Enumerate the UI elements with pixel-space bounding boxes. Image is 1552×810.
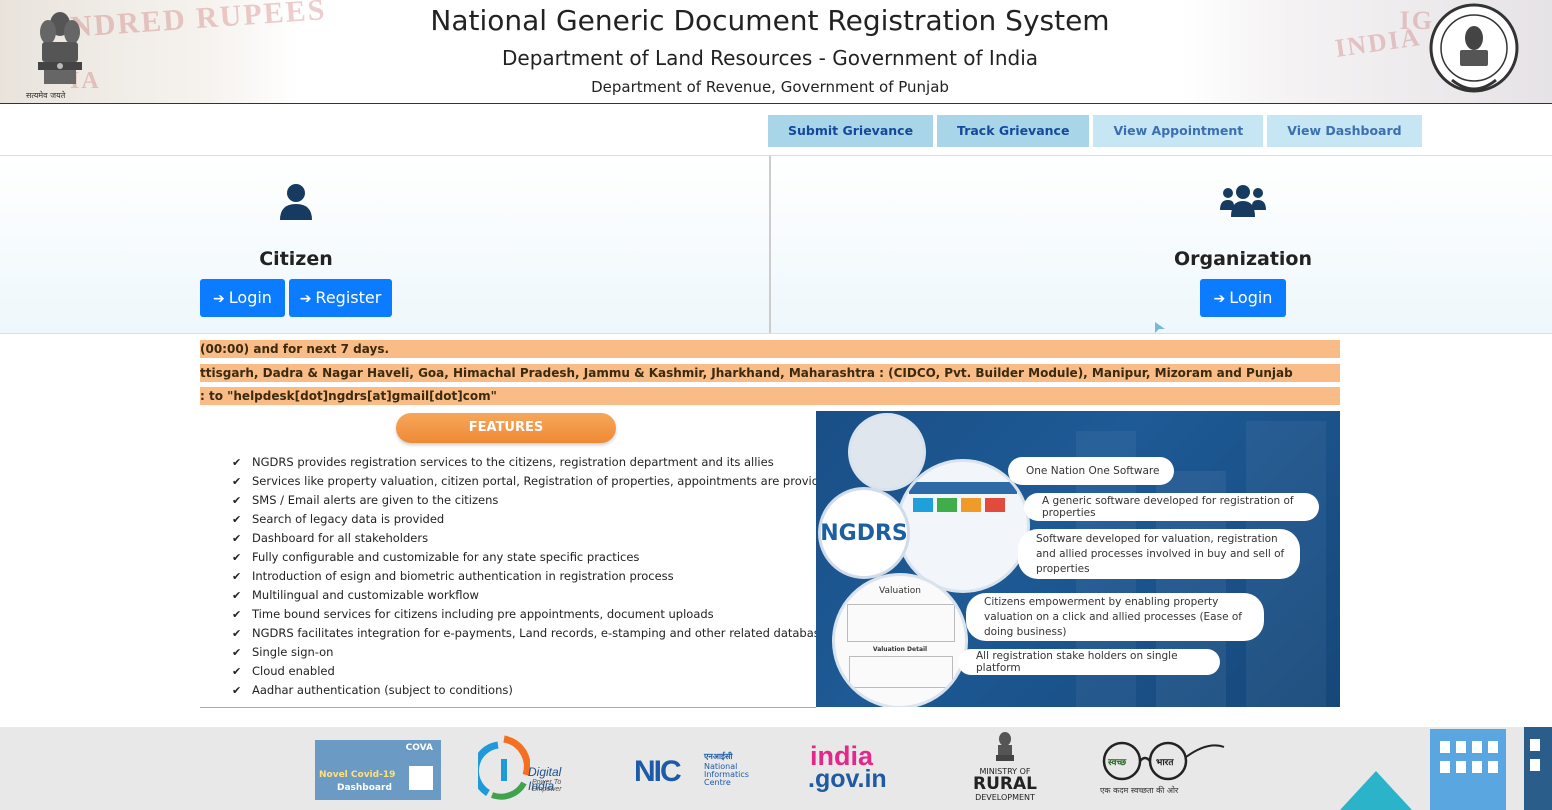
features-list: ✔ NGDRS provides registration services to… — [232, 453, 833, 700]
list-item: ✔ Multilingual and customizable workflow — [232, 586, 833, 605]
sign-in-icon: ➔ — [1213, 291, 1226, 307]
user-icon — [280, 184, 312, 220]
promo-pill-4: Citizens empowerment by enabling propert… — [966, 593, 1264, 641]
check-icon: ✔ — [232, 551, 242, 564]
promo-pill-1: One Nation One Software — [1008, 457, 1174, 485]
cova-line2: Dashboard — [337, 783, 392, 793]
organization-panel: Organization ➔ Login — [771, 156, 1552, 333]
cova-brand: COVA — [405, 743, 433, 753]
site-header: NDRED RUPEES IA INDIA IG सत्यमेव जयते Na… — [0, 0, 1552, 104]
list-item: ✔ Single sign-on — [232, 643, 833, 662]
page-title: National Generic Document Registration S… — [430, 4, 1110, 37]
features-section: FEATURES ✔ NGDRS provides registration se… — [200, 411, 833, 708]
check-icon: ✔ — [232, 608, 242, 621]
check-icon: ✔ — [232, 589, 242, 602]
nic-logo-icon: NIC — [634, 755, 682, 788]
page-subtitle-2: Department of Revenue, Government of Pun… — [591, 78, 949, 96]
footer-logos: COVA Novel Covid-19 Dashboard Digital In… — [0, 727, 1552, 810]
list-item: ✔ Fully configurable and customizable for… — [232, 548, 833, 567]
swachh-bharat-link[interactable]: स्वच्छ भारत एक कदम स्वच्छता की ओर — [1098, 739, 1228, 799]
check-icon: ✔ — [232, 646, 242, 659]
citizen-register-button[interactable]: ➔ Register — [289, 279, 392, 317]
rural-line2: RURAL — [973, 774, 1037, 794]
tab-track-grievance[interactable]: Track Grievance — [937, 115, 1090, 147]
check-icon: ✔ — [232, 475, 242, 488]
check-icon: ✔ — [232, 456, 242, 469]
cursor-pointer-icon — [1155, 322, 1165, 333]
digital-india-tagline: Power To Empower — [532, 779, 562, 793]
valuation-label: Valuation — [879, 586, 921, 596]
list-item: ✔ NGDRS facilitates integration for e-pay… — [232, 624, 833, 643]
grievance-nav: Submit Grievance Track Grievance View Ap… — [768, 115, 1422, 147]
swachh-tagline: एक कदम स्वच्छता की ओर — [1100, 786, 1179, 795]
list-item: ✔ Time bound services for citizens includ… — [232, 605, 833, 624]
cova-line1: Novel Covid-19 — [319, 770, 396, 780]
tab-view-appointment[interactable]: View Appointment — [1093, 115, 1264, 147]
swachh-word: स्वच्छ — [1108, 758, 1127, 768]
check-icon: ✔ — [232, 513, 242, 526]
check-icon: ✔ — [232, 494, 242, 507]
promo-pill-3: Software developed for valuation, regist… — [1018, 529, 1300, 579]
list-item: ✔ NGDRS provides registration services to… — [232, 453, 833, 472]
valuation-detail-label: Valuation Detail — [872, 646, 928, 653]
tab-submit-grievance[interactable]: Submit Grievance — [768, 115, 934, 147]
users-group-icon — [1220, 185, 1266, 217]
india-gov-link[interactable]: india .gov.in — [808, 741, 888, 799]
announcement-ticker-3: : to "helpdesk[dot]ngdrs[at]gmail[dot]co… — [200, 387, 1340, 405]
ngdrs-logo: NGDRS — [818, 487, 910, 579]
features-heading: FEATURES — [396, 413, 616, 443]
divider — [0, 333, 1552, 334]
list-item: ✔ Introduction of esign and biometric aut… — [232, 567, 833, 586]
valuation-thumbnail: Valuation Valuation Detail — [832, 573, 968, 707]
citizen-login-button[interactable]: ➔ Login — [200, 279, 285, 317]
emblem-icon — [996, 732, 1014, 761]
digital-india-link[interactable]: Digital India Power To Empower — [472, 735, 590, 803]
list-item: ✔ Dashboard for all stakeholders — [232, 529, 833, 548]
promo-pill-5: All registration stake holders on single… — [958, 649, 1220, 675]
punjab-seal-icon — [1429, 3, 1519, 93]
rural-line3: DEVELOPMENT — [975, 793, 1035, 802]
cova-dashboard-link[interactable]: COVA Novel Covid-19 Dashboard — [315, 740, 441, 800]
digital-india-logo-icon — [472, 735, 531, 800]
check-icon: ✔ — [232, 665, 242, 678]
ngdrs-promo-banner: NGDRS Valuation Valuation Detail One Nat… — [816, 411, 1340, 707]
organization-title: Organization — [1173, 248, 1313, 270]
announcement-ticker-2: ttisgarh, Dadra & Nagar Haveli, Goa, Him… — [200, 364, 1340, 382]
citizen-panel: Citizen ➔ Login ➔ Register — [0, 156, 771, 333]
list-item: ✔ Cloud enabled — [232, 662, 833, 681]
check-icon: ✔ — [232, 532, 242, 545]
organization-login-button[interactable]: ➔ Login — [1200, 279, 1286, 317]
india-gov-line2: .gov.in — [808, 765, 887, 793]
nic-link[interactable]: NIC एनआईसी National Informatics Centre — [634, 751, 754, 788]
rural-development-link[interactable]: MINISTRY OF RURAL DEVELOPMENT — [962, 731, 1048, 805]
sign-in-icon: ➔ — [299, 291, 312, 307]
buildings-illustration-icon — [1340, 727, 1552, 810]
list-item: ✔ Search of legacy data is provided — [232, 510, 833, 529]
check-icon: ✔ — [232, 684, 242, 697]
tab-view-dashboard[interactable]: View Dashboard — [1267, 115, 1422, 147]
check-icon: ✔ — [232, 570, 242, 583]
bharat-word: भारत — [1156, 758, 1174, 768]
list-item: ✔ SMS / Email alerts are given to the cit… — [232, 491, 833, 510]
citizen-title: Citizen — [259, 248, 333, 270]
check-icon: ✔ — [232, 627, 242, 640]
sign-in-icon: ➔ — [213, 291, 225, 307]
list-item: ✔ Aadhar authentication (subject to condi… — [232, 681, 833, 700]
promo-pill-2: A generic software developed for registr… — [1024, 493, 1319, 521]
page-subtitle: Department of Land Resources - Governmen… — [501, 46, 1038, 70]
qr-code-icon — [409, 766, 433, 790]
announcement-ticker-1: (00:00) and for next 7 days. — [200, 340, 1340, 358]
nic-line3: Centre — [704, 778, 731, 787]
nic-hindi: एनआईसी — [704, 752, 733, 761]
list-item: ✔ Services like property valuation, citiz… — [232, 472, 833, 491]
